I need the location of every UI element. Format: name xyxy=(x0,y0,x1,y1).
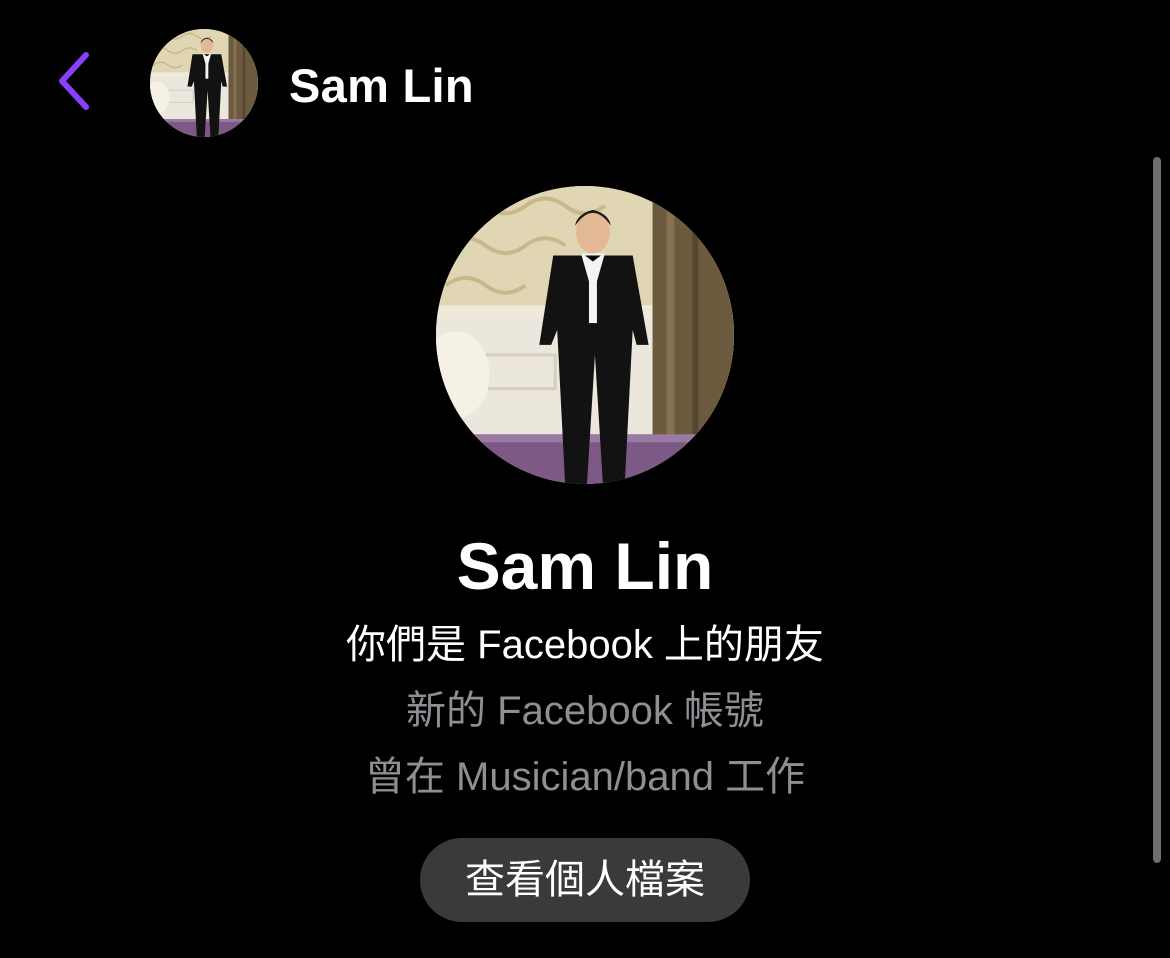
avatar-photo xyxy=(436,186,734,484)
back-button[interactable] xyxy=(50,46,100,116)
header-title: Sam Lin xyxy=(289,59,474,112)
profile-avatar[interactable] xyxy=(436,186,734,484)
view-profile-button[interactable]: 查看個人檔案 xyxy=(420,838,750,922)
account-note: 新的 Facebook 帳號 xyxy=(406,689,764,733)
friendship-status: 你們是 Facebook 上的朋友 xyxy=(346,623,824,667)
profile-name: Sam Lin xyxy=(456,529,714,603)
chevron-left-icon xyxy=(59,52,89,110)
work-info: 曾在 Musician/band 工作 xyxy=(364,755,806,799)
header-avatar[interactable] xyxy=(150,29,258,137)
avatar-photo xyxy=(150,29,258,137)
conversation-header: Sam Lin xyxy=(0,0,1170,170)
